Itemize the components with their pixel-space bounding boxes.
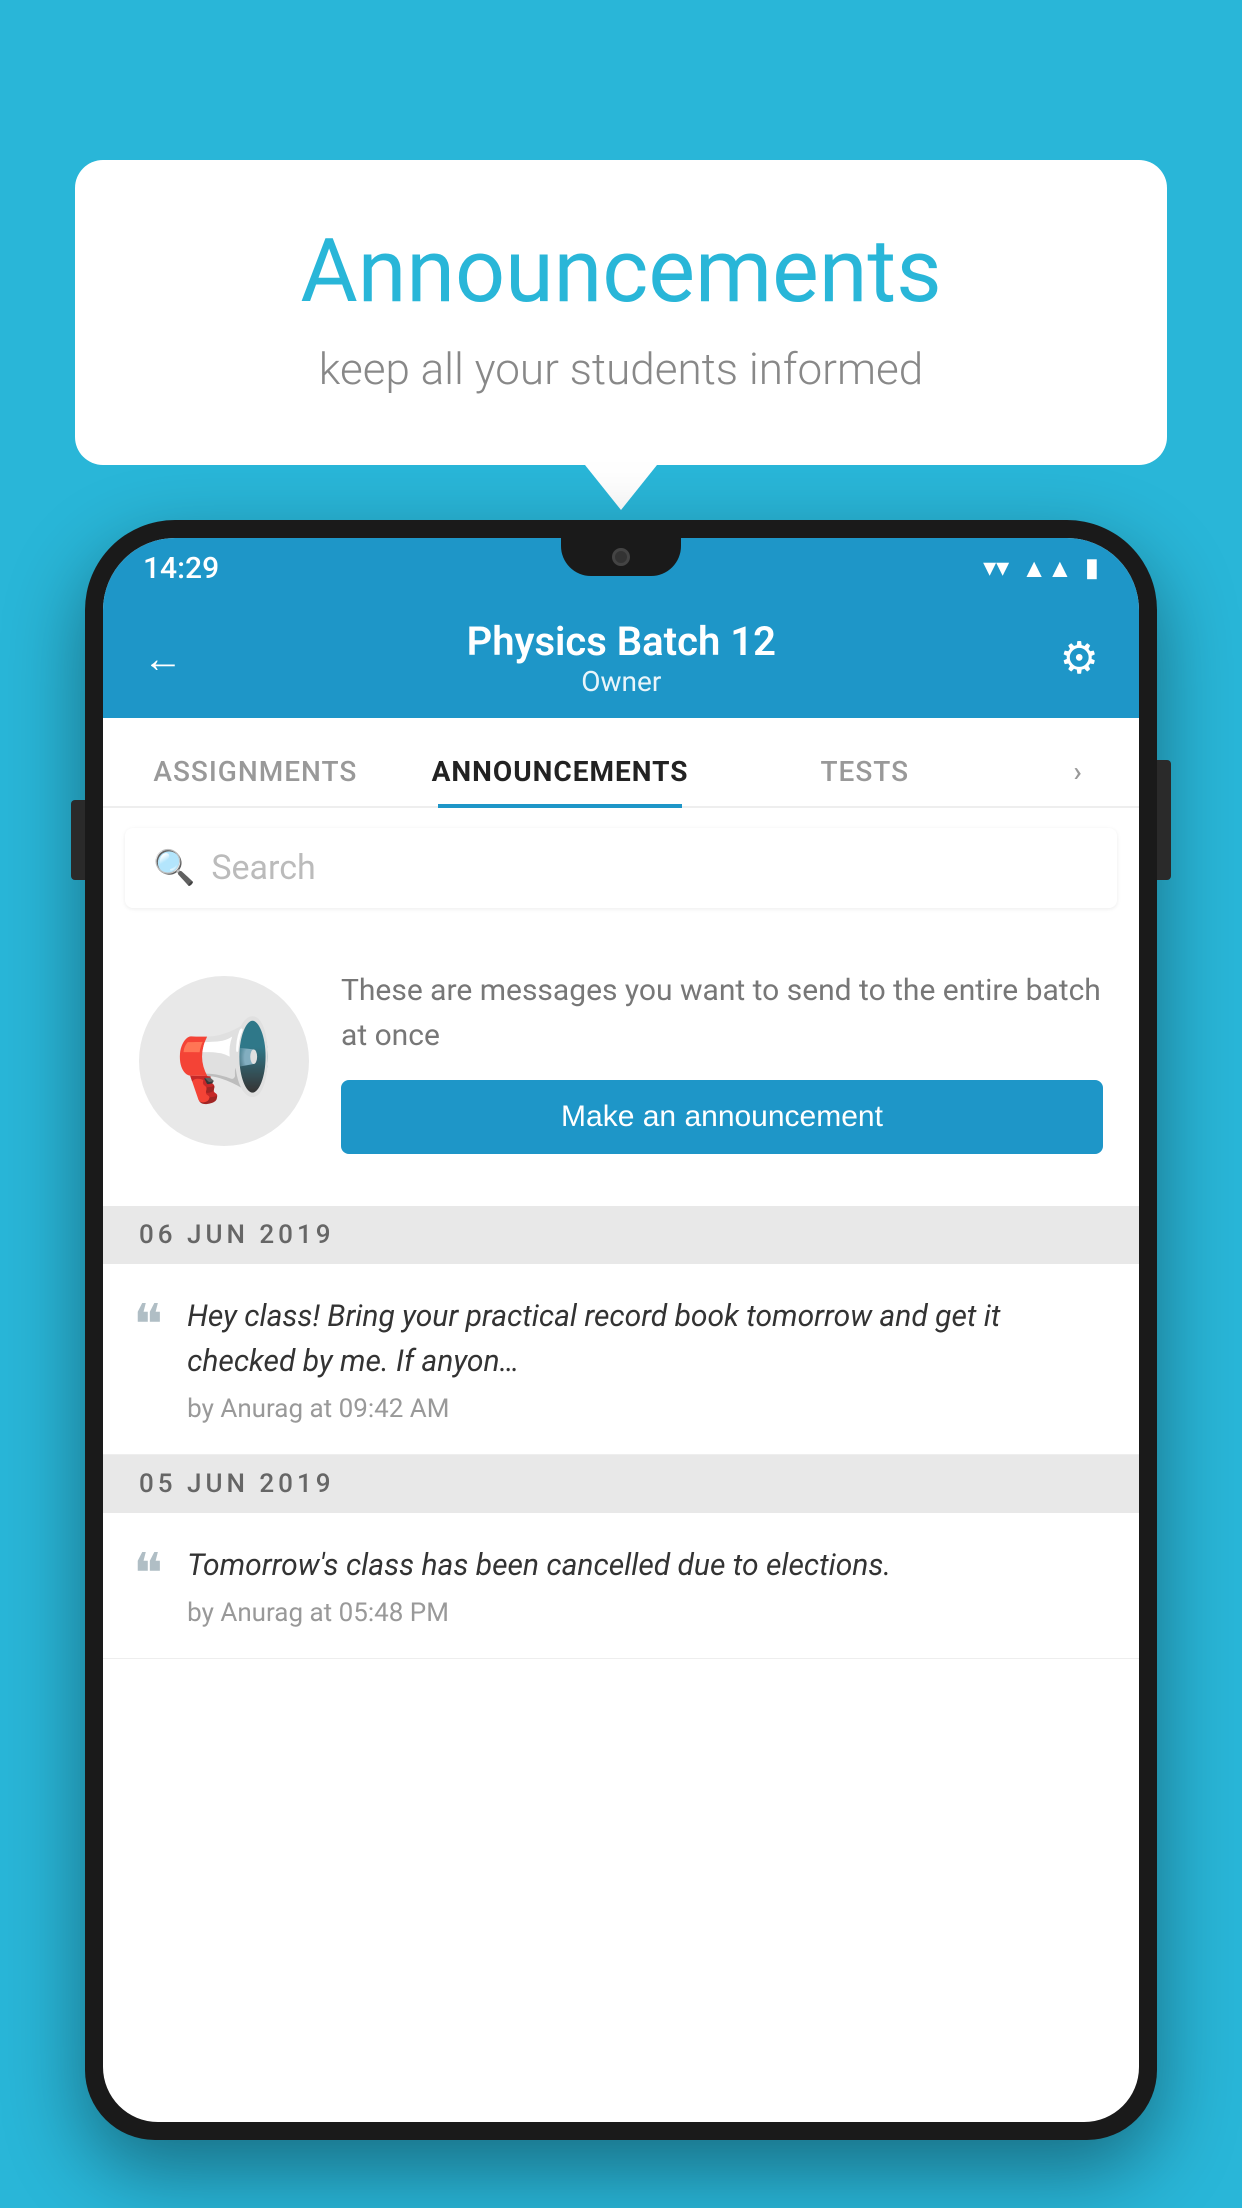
phone-outer: 14:29 ▾▾ ▲▲ ▮ ← Physics Batch 12 Owner ⚙	[85, 520, 1157, 2140]
announcement-meta-1: by Anurag at 09:42 AM	[187, 1394, 1103, 1424]
announcement-meta-2: by Anurag at 05:48 PM	[187, 1598, 1103, 1628]
search-bar[interactable]: 🔍 Search	[125, 828, 1117, 908]
tab-tests[interactable]: TESTS	[712, 755, 1017, 806]
quote-icon-1: ❝	[133, 1298, 163, 1354]
megaphone-icon: 📢	[174, 1014, 274, 1108]
search-placeholder: Search	[211, 848, 315, 888]
back-button[interactable]: ←	[143, 635, 183, 682]
screen-content: 🔍 Search 📢 These are messages you want t…	[103, 808, 1139, 2120]
announcement-text-area-2: Tomorrow's class has been cancelled due …	[187, 1543, 1103, 1628]
signal-icon: ▲▲	[1021, 553, 1072, 584]
camera	[612, 548, 630, 566]
batch-title: Physics Batch 12	[467, 618, 776, 665]
phone-container: 14:29 ▾▾ ▲▲ ▮ ← Physics Batch 12 Owner ⚙	[85, 520, 1157, 2208]
announcement-text-area-1: Hey class! Bring your practical record b…	[187, 1294, 1103, 1424]
bubble-subtitle: keep all your students informed	[155, 343, 1087, 395]
wifi-icon: ▾▾	[983, 553, 1009, 583]
status-icons: ▾▾ ▲▲ ▮	[983, 553, 1099, 584]
bubble-title: Announcements	[155, 220, 1087, 323]
make-announcement-button[interactable]: Make an announcement	[341, 1080, 1103, 1154]
prompt-description: These are messages you want to send to t…	[341, 968, 1103, 1058]
megaphone-circle: 📢	[139, 976, 309, 1146]
tab-bar: ASSIGNMENTS ANNOUNCEMENTS TESTS ›	[103, 718, 1139, 808]
prompt-right: These are messages you want to send to t…	[341, 968, 1103, 1154]
announcement-message-2: Tomorrow's class has been cancelled due …	[187, 1543, 1103, 1588]
quote-icon-2: ❝	[133, 1547, 163, 1603]
status-time: 14:29	[143, 551, 219, 586]
date-separator-2: 05 JUN 2019	[103, 1455, 1139, 1513]
announcement-prompt: 📢 These are messages you want to send to…	[103, 928, 1139, 1194]
date-separator-1: 06 JUN 2019	[103, 1206, 1139, 1264]
owner-label: Owner	[467, 665, 776, 698]
tab-assignments[interactable]: ASSIGNMENTS	[103, 755, 408, 806]
status-bar: 14:29 ▾▾ ▲▲ ▮	[103, 538, 1139, 598]
tab-more[interactable]: ›	[1017, 755, 1139, 806]
app-header: ← Physics Batch 12 Owner ⚙	[103, 598, 1139, 718]
announcement-item-1[interactable]: ❝ Hey class! Bring your practical record…	[103, 1264, 1139, 1455]
battery-icon: ▮	[1085, 553, 1099, 583]
notch	[561, 538, 681, 576]
header-title-area: Physics Batch 12 Owner	[467, 618, 776, 698]
settings-icon[interactable]: ⚙	[1060, 632, 1099, 684]
speech-bubble-container: Announcements keep all your students inf…	[75, 160, 1167, 465]
tab-announcements[interactable]: ANNOUNCEMENTS	[408, 755, 713, 806]
announcement-item-2[interactable]: ❝ Tomorrow's class has been cancelled du…	[103, 1513, 1139, 1659]
speech-bubble: Announcements keep all your students inf…	[75, 160, 1167, 465]
announcement-message-1: Hey class! Bring your practical record b…	[187, 1294, 1103, 1384]
search-icon: 🔍	[153, 848, 195, 888]
phone-screen: 14:29 ▾▾ ▲▲ ▮ ← Physics Batch 12 Owner ⚙	[103, 538, 1139, 2122]
